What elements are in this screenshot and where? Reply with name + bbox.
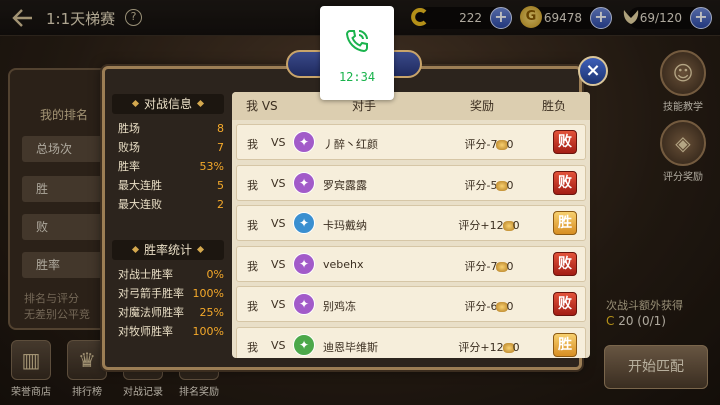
win-rate-heading: 胜率统计 xyxy=(112,240,224,260)
stat-label: 最大连胜 xyxy=(118,179,162,192)
mage-class-icon: ✦ xyxy=(293,252,315,275)
reward-gem-count: 0 xyxy=(506,300,514,313)
stat-value: 53% xyxy=(199,160,224,173)
reward: 评分-7 0 xyxy=(451,136,527,152)
reward-score: 评分+12 xyxy=(458,219,504,232)
stat-row: 败场 7 xyxy=(118,139,224,157)
call-timer: 12:34 xyxy=(338,70,376,84)
stat-row: 胜场 8 xyxy=(118,120,224,138)
table-row[interactable]: 我 VS ✦ 迪恩毕维斯 评分+12 0 胜 xyxy=(236,326,586,358)
stat-value: 0% xyxy=(206,268,224,281)
vs-label: VS xyxy=(271,338,286,352)
me-label: 我 xyxy=(247,178,258,192)
reward: 评分+12 0 xyxy=(451,339,527,355)
header-reward: 奖励 xyxy=(470,99,495,113)
lose-badge: 败 xyxy=(553,130,577,154)
vs-label: VS xyxy=(271,176,286,190)
vs-label: VS xyxy=(271,136,286,149)
table-row[interactable]: 我 VS ✦ vebehx 评分-7 0 败 xyxy=(236,245,586,282)
stat-row: 对魔法师胜率 25% xyxy=(118,304,224,322)
vs-label: VS xyxy=(271,217,286,230)
vs-label: VS xyxy=(271,298,286,311)
stat-row: 对牧师胜率 100% xyxy=(118,323,224,341)
opponent-name: 迪恩毕维斯 xyxy=(323,340,378,354)
lose-badge: 败 xyxy=(553,251,577,276)
close-button[interactable]: × xyxy=(578,56,608,86)
opponent-name: 罗宾露露 xyxy=(323,178,367,192)
me-label: 我 xyxy=(247,138,258,151)
mage-class-icon: ✦ xyxy=(293,171,315,194)
reward-gem-count: 0 xyxy=(506,178,514,192)
stat-row: 最大连胜 5 xyxy=(118,177,224,195)
stat-label: 胜率 xyxy=(118,160,140,173)
reward: 评分-6 0 xyxy=(451,298,527,314)
stat-value: 8 xyxy=(217,122,224,135)
win-rate-heading-text: 胜率统计 xyxy=(143,243,192,257)
call-notification[interactable]: 12:34 xyxy=(320,6,394,100)
stat-row: 对战士胜率 0% xyxy=(118,266,224,284)
reward-score: 评分-6 xyxy=(464,300,498,313)
table-header: 我 VS 对手 奖励 胜负 xyxy=(232,92,590,120)
header-result: 胜负 xyxy=(542,99,567,113)
reward-gem-count: 0 xyxy=(512,219,520,232)
me-label: 我 xyxy=(247,300,258,313)
vs-label: VS xyxy=(271,257,286,271)
stat-label: 对战士胜率 xyxy=(118,268,173,281)
stat-row: 胜率 53% xyxy=(118,158,224,176)
stat-label: 对牧师胜率 xyxy=(118,325,173,338)
stat-value: 100% xyxy=(192,287,224,300)
reward-score: 评分-5 xyxy=(464,178,498,192)
battle-record-table: 我 VS 对手 奖励 胜负 我 VS ✦ 丿醉丶红颜 评分-7 0 败我 VS ✦ 罗宾露露 评分-… xyxy=(232,92,590,358)
me-label: 我 xyxy=(247,340,258,354)
me-label: 我 xyxy=(247,219,258,232)
opponent-name: 别鸡冻 xyxy=(323,300,356,313)
reward-gem-count: 0 xyxy=(506,259,514,273)
stat-value: 5 xyxy=(217,179,224,192)
win-badge: 胜 xyxy=(553,332,577,357)
stat-value: 2 xyxy=(217,198,224,211)
reward-score: 评分-7 xyxy=(464,138,498,151)
battle-info-heading: 对战信息 xyxy=(112,94,224,114)
stat-label: 败场 xyxy=(118,141,140,154)
stat-label: 胜场 xyxy=(118,122,140,135)
win-badge: 胜 xyxy=(553,211,577,235)
mage-class-icon: ✦ xyxy=(293,131,315,153)
stat-value: 7 xyxy=(217,141,224,154)
phone-icon xyxy=(344,28,370,54)
reward: 评分-7 0 xyxy=(451,258,527,274)
lose-badge: 败 xyxy=(553,292,577,316)
reward-score: 评分-7 xyxy=(464,259,498,273)
stat-label: 最大连败 xyxy=(118,198,162,211)
opponent-name: 卡玛戴纳 xyxy=(323,219,367,232)
reward-score: 评分+12 xyxy=(458,340,504,354)
me-label: 我 xyxy=(247,259,258,273)
reward: 评分-5 0 xyxy=(451,177,527,193)
mage-class-icon: ✦ xyxy=(293,293,315,315)
stat-label: 对弓箭手胜率 xyxy=(118,287,184,300)
stat-label: 对魔法师胜率 xyxy=(118,306,184,319)
header-me-vs: 我 VS xyxy=(246,99,278,113)
table-row[interactable]: 我 VS ✦ 罗宾露露 评分-5 0 败 xyxy=(236,164,586,201)
reward-gem-count: 0 xyxy=(506,138,514,151)
stats-panel: 对战信息 胜场 8 败场 7 胜率 53% 最大连胜 5 最大连败 2 胜率统计 对战士胜… xyxy=(112,92,228,356)
stat-value: 25% xyxy=(199,306,224,319)
opponent-name: vebehx xyxy=(323,257,364,271)
table-row[interactable]: 我 VS ✦ 丿醉丶红颜 评分-7 0 败 xyxy=(236,124,586,160)
stat-value: 100% xyxy=(192,325,224,338)
stat-row: 最大连败 2 xyxy=(118,196,224,214)
reward: 评分+12 0 xyxy=(451,217,527,233)
opponent-name: 丿醉丶红颜 xyxy=(323,138,378,151)
lose-badge: 败 xyxy=(553,170,577,195)
table-row[interactable]: 我 VS ✦ 卡玛戴纳 评分+12 0 胜 xyxy=(236,205,586,241)
table-row[interactable]: 我 VS ✦ 别鸡冻 评分-6 0 败 xyxy=(236,286,586,322)
priest-class-icon: ✦ xyxy=(293,212,315,234)
stat-row: 对弓箭手胜率 100% xyxy=(118,285,224,303)
battle-info-heading-text: 对战信息 xyxy=(143,97,192,111)
reward-gem-count: 0 xyxy=(512,340,520,354)
archer-class-icon: ✦ xyxy=(293,333,315,356)
